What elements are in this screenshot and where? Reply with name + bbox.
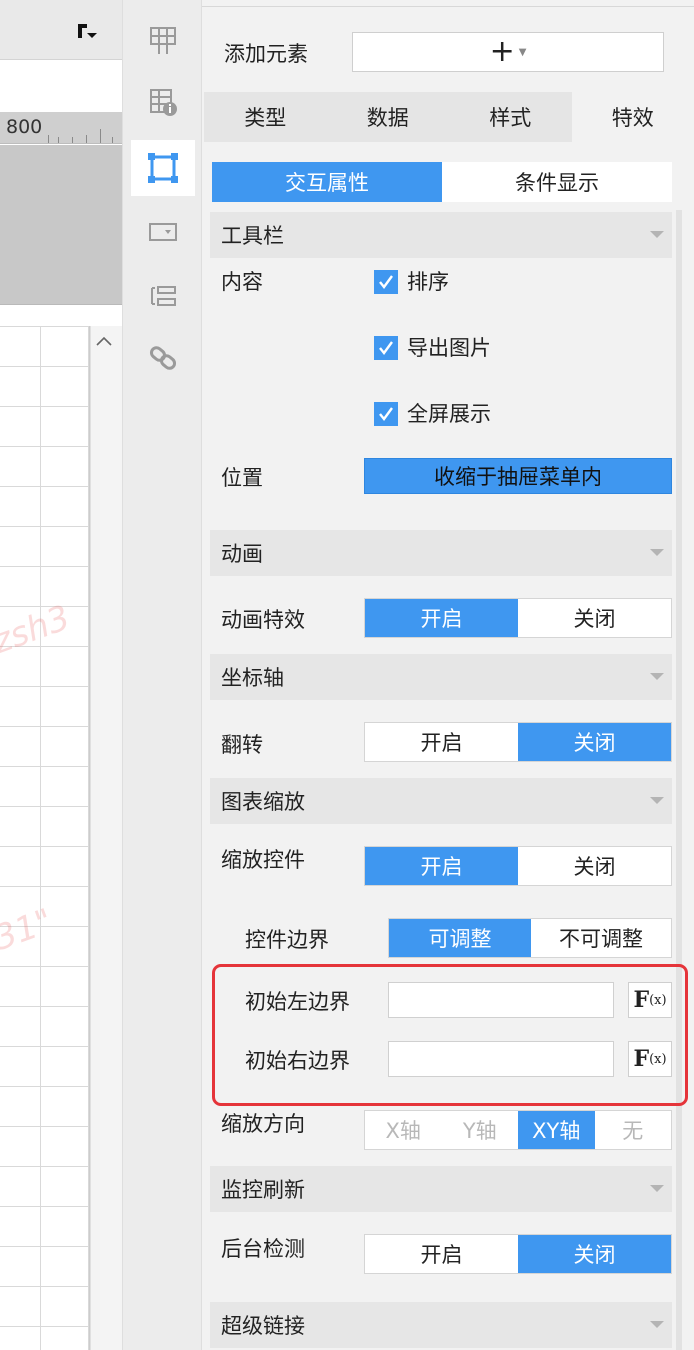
boundary-label: 控件边界 (245, 928, 329, 952)
formula-icon[interactable]: F (x) (628, 982, 672, 1018)
direction-none-option[interactable]: 无 (595, 1111, 672, 1149)
zoom-off-option[interactable]: 关闭 (518, 847, 671, 885)
position-label: 位置 (221, 466, 263, 490)
monitor-on-option[interactable]: 开启 (365, 1235, 518, 1273)
animation-toggle: 开启 关闭 (364, 598, 672, 638)
animation-off-option[interactable]: 关闭 (518, 599, 671, 637)
add-element-button[interactable]: + ▼ (352, 32, 664, 72)
direction-x-option[interactable]: X轴 (365, 1111, 442, 1149)
zoom-on-option[interactable]: 开启 (365, 847, 518, 885)
section-title: 超级链接 (221, 1314, 305, 1338)
tab-effects[interactable]: 特效 (571, 92, 694, 142)
section-animation[interactable]: 动画 (210, 530, 672, 576)
tab-style[interactable]: 样式 (449, 92, 572, 142)
init-left-input[interactable] (388, 982, 614, 1018)
properties-panel: 添加元素 + ▼ 类型 数据 样式 特效 交互属性 条件显示 工具栏 内容 排序… (202, 0, 694, 1350)
dropdown-widget-icon[interactable] (131, 204, 195, 260)
init-right-input[interactable] (388, 1041, 614, 1077)
section-title: 图表缩放 (221, 790, 305, 814)
horizontal-ruler: 800 (0, 112, 122, 144)
canvas-area (0, 145, 122, 305)
canvas-toolbar (0, 0, 122, 60)
section-title: 坐标轴 (221, 666, 284, 690)
collapse-arrow-icon (650, 797, 664, 804)
collapse-arrow-icon (650, 673, 664, 680)
fullscreen-label: 全屏展示 (407, 402, 491, 426)
table-info-icon[interactable] (131, 74, 195, 130)
background-check-label: 后台检测 (221, 1237, 305, 1261)
collapse-arrow-icon (650, 231, 664, 238)
layout-icon[interactable] (131, 12, 195, 68)
plus-icon: + (489, 34, 515, 69)
scroll-up-icon[interactable] (92, 330, 116, 354)
init-right-label: 初始右边界 (245, 1049, 350, 1073)
link-icon[interactable] (131, 330, 195, 386)
content-label: 内容 (221, 270, 263, 294)
list-widget-icon[interactable] (131, 268, 195, 324)
property-tabs: 类型 数据 样式 特效 (204, 92, 694, 142)
section-title: 工具栏 (221, 224, 284, 248)
export-image-label: 导出图片 (407, 336, 491, 360)
section-monitor-refresh[interactable]: 监控刷新 (210, 1166, 672, 1212)
subtab-conditional-display[interactable]: 条件显示 (442, 162, 672, 202)
background-check-toggle: 开启 关闭 (364, 1234, 672, 1274)
tab-type[interactable]: 类型 (204, 92, 327, 142)
ruler-label: 800 (6, 116, 43, 138)
animation-effect-label: 动画特效 (221, 608, 305, 632)
design-canvas: 800 zsh3 31" (0, 0, 122, 1350)
collapse-arrow-icon (650, 549, 664, 556)
zoom-direction-toggle: X轴 Y轴 XY轴 无 (364, 1110, 672, 1150)
section-title: 动画 (221, 542, 263, 566)
section-chart-zoom[interactable]: 图表缩放 (210, 778, 672, 824)
monitor-off-option[interactable]: 关闭 (518, 1235, 671, 1273)
subtab-interaction[interactable]: 交互属性 (212, 162, 442, 202)
flip-toggle: 开启 关闭 (364, 722, 672, 762)
fullscreen-checkbox[interactable] (374, 402, 398, 426)
export-image-checkbox[interactable] (374, 336, 398, 360)
caret-down-icon: ▼ (518, 46, 527, 58)
canvas-scrollbar[interactable] (90, 326, 122, 1350)
section-title: 监控刷新 (221, 1178, 305, 1202)
sort-checkbox[interactable] (374, 270, 398, 294)
dropdown-menu-icon[interactable] (76, 22, 98, 42)
widget-frame-icon[interactable] (131, 140, 195, 196)
position-select[interactable]: 收缩于抽屉菜单内 (364, 458, 672, 494)
collapse-arrow-icon (650, 1185, 664, 1192)
zoom-control-toggle: 开启 关闭 (364, 846, 672, 886)
section-toolbar[interactable]: 工具栏 (210, 212, 672, 258)
flip-label: 翻转 (221, 733, 263, 757)
effect-subtabs: 交互属性 条件显示 (212, 162, 672, 202)
section-axis[interactable]: 坐标轴 (210, 654, 672, 700)
animation-on-option[interactable]: 开启 (365, 599, 518, 637)
flip-off-option[interactable]: 关闭 (518, 723, 671, 761)
panel-scrollbar[interactable] (676, 210, 682, 1350)
init-left-label: 初始左边界 (245, 990, 350, 1014)
direction-y-option[interactable]: Y轴 (442, 1111, 519, 1149)
boundary-toggle: 可调整 不可调整 (388, 918, 672, 958)
boundary-fixed-option[interactable]: 不可调整 (531, 919, 671, 957)
sort-label: 排序 (407, 270, 449, 294)
zoom-control-label: 缩放控件 (221, 848, 305, 872)
property-icon-column (122, 0, 202, 1350)
direction-xy-option[interactable]: XY轴 (518, 1111, 595, 1149)
add-element-label: 添加元素 (224, 42, 308, 66)
flip-on-option[interactable]: 开启 (365, 723, 518, 761)
formula-icon[interactable]: F (x) (628, 1041, 672, 1077)
tab-data[interactable]: 数据 (327, 92, 450, 142)
zoom-direction-label: 缩放方向 (221, 1112, 305, 1136)
boundary-adjustable-option[interactable]: 可调整 (389, 919, 531, 957)
section-hyperlink[interactable]: 超级链接 (210, 1302, 672, 1348)
collapse-arrow-icon (650, 1321, 664, 1328)
cell-grid (0, 326, 90, 1350)
